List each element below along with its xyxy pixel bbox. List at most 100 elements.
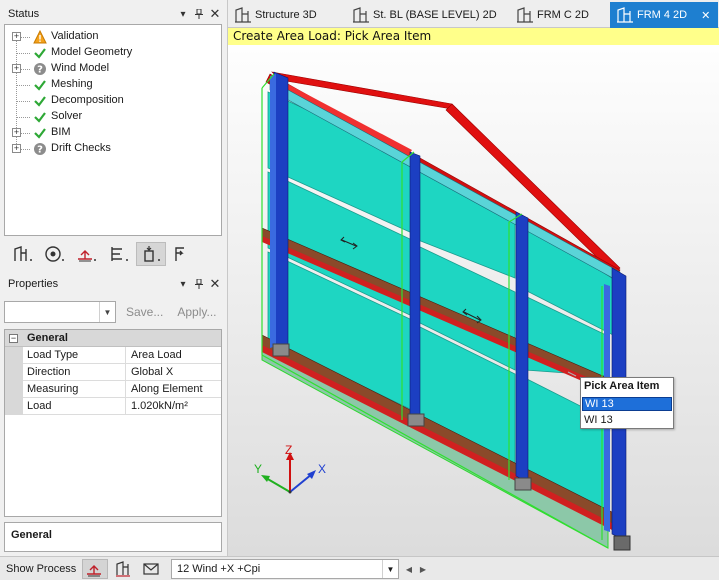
expand-icon[interactable]: + xyxy=(12,32,21,41)
properties-panel-title: Properties xyxy=(8,278,59,290)
expand-icon[interactable]: + xyxy=(12,128,21,137)
question-icon: ? xyxy=(34,63,46,76)
pick-menu-item[interactable]: WI 13 xyxy=(582,397,672,411)
property-value[interactable]: Along Element xyxy=(127,381,203,398)
load-case-select[interactable]: 12 Wind +X +Cpi ▼ xyxy=(171,559,399,579)
drift-button[interactable] xyxy=(168,242,198,266)
tab-frm-4-2d[interactable]: FRM 4 2D ✕ xyxy=(610,2,718,28)
mesh-button[interactable] xyxy=(72,242,102,266)
properties-panel-header: Properties ▾ ✕ xyxy=(4,274,223,294)
question-icon: ? xyxy=(34,143,46,156)
model-viewport[interactable]: Z X Y xyxy=(228,28,719,556)
property-set-select[interactable]: ▼ xyxy=(4,301,116,323)
check-icon xyxy=(34,80,46,91)
grid-section-general[interactable]: − General xyxy=(5,330,221,347)
axis-label-z: Z xyxy=(285,443,293,457)
tree-label: BIM xyxy=(51,126,71,138)
status-panel-title: Status xyxy=(8,8,40,20)
svg-text:?: ? xyxy=(37,145,43,156)
properties-toolbar: ▼ Save... Apply... xyxy=(4,300,222,324)
pick-menu-title: Pick Area Item xyxy=(584,380,660,392)
pin-icon[interactable] xyxy=(191,276,207,292)
pin-icon[interactable] xyxy=(191,6,207,22)
status-bar: Show Process 12 Wind +X +Cpi ▼ ◀ ▶ xyxy=(0,556,719,580)
close-icon[interactable]: ✕ xyxy=(207,276,223,292)
property-row[interactable]: Load 1.020kN/m² xyxy=(5,398,221,415)
svg-text:?: ? xyxy=(37,65,43,76)
expand-icon[interactable]: + xyxy=(12,144,21,153)
panel-menu-icon[interactable]: ▾ xyxy=(175,6,191,22)
tab-structure-3d[interactable]: Structure 3D xyxy=(234,2,344,28)
close-icon[interactable]: ✕ xyxy=(701,9,710,22)
tree-label: Validation xyxy=(51,30,99,42)
check-icon xyxy=(34,96,46,107)
tree-label: Drift Checks xyxy=(51,142,111,154)
property-name: Direction xyxy=(23,364,126,381)
apply-button[interactable]: Apply... xyxy=(173,305,220,319)
property-row[interactable]: Load Type Area Load xyxy=(5,347,221,364)
property-value[interactable]: Global X xyxy=(127,364,173,381)
command-prompt: Create Area Load: Pick Area Item xyxy=(228,28,719,45)
chevron-down-icon[interactable]: ▼ xyxy=(382,560,398,578)
tab-frm-c-2d[interactable]: FRM C 2D xyxy=(516,2,608,28)
status-panel-header: Status ▾ ✕ xyxy=(4,4,223,24)
panel-menu-icon[interactable]: ▾ xyxy=(175,276,191,292)
pick-area-menu: Pick Area Item WI 13 WI 13 xyxy=(580,377,674,429)
status-tree: + Validation Model Geometry + ? Wind Mod… xyxy=(4,24,222,236)
property-name: Measuring xyxy=(23,381,126,398)
envelope-icon xyxy=(143,563,159,575)
previous-load-case-icon[interactable]: ◀ xyxy=(402,561,416,577)
load-button[interactable] xyxy=(136,242,166,266)
levels-icon xyxy=(111,247,128,261)
wind-model-button[interactable] xyxy=(40,242,70,266)
property-value[interactable]: 1.020kN/m² xyxy=(127,398,188,415)
property-row[interactable]: Direction Global X xyxy=(5,364,221,381)
tab-base-level-2d[interactable]: St. BL (BASE LEVEL) 2D xyxy=(352,2,512,28)
check-icon xyxy=(34,112,46,123)
decomposition-button[interactable] xyxy=(104,242,134,266)
close-icon[interactable]: ✕ xyxy=(207,6,223,22)
tab-label: Structure 3D xyxy=(255,9,317,21)
view-icon xyxy=(235,7,251,23)
analysis-mode-button[interactable] xyxy=(82,559,108,579)
axis-label-y: Y xyxy=(254,462,263,476)
tree-label: Model Geometry xyxy=(51,46,133,58)
tree-label: Meshing xyxy=(51,78,93,90)
next-load-case-icon[interactable]: ▶ xyxy=(416,561,430,577)
property-description: General xyxy=(4,522,222,552)
view-icon xyxy=(517,7,533,23)
save-button[interactable]: Save... xyxy=(122,305,167,319)
model-report-button[interactable] xyxy=(8,242,38,266)
collapse-icon[interactable]: − xyxy=(9,334,18,343)
property-grid: − General Load Type Area Load Direction … xyxy=(4,329,222,517)
tab-label: FRM 4 2D xyxy=(637,9,688,21)
show-process-label[interactable]: Show Process xyxy=(6,563,76,575)
email-button[interactable] xyxy=(138,559,164,579)
chevron-down-icon[interactable]: ▼ xyxy=(99,302,115,322)
property-name: Load Type xyxy=(23,347,126,364)
left-dock: Status ▾ ✕ + Validation Model Geometry +… xyxy=(0,0,228,556)
structure-model[interactable] xyxy=(228,28,719,556)
tree-label: Decomposition xyxy=(51,94,124,106)
check-icon xyxy=(34,48,46,59)
support-icon xyxy=(78,250,96,262)
grid-mode-button[interactable] xyxy=(110,559,136,579)
frame-load-icon xyxy=(116,561,130,577)
grid-section-label: General xyxy=(27,332,68,344)
tree-label: Wind Model xyxy=(51,62,110,74)
view-tabbar: Structure 3D St. BL (BASE LEVEL) 2D FRM … xyxy=(228,0,719,28)
tree-label: Solver xyxy=(51,110,83,122)
warning-icon xyxy=(33,30,47,44)
view-icon xyxy=(617,7,633,23)
property-row[interactable]: Measuring Along Element xyxy=(5,381,221,398)
tab-label: St. BL (BASE LEVEL) 2D xyxy=(373,9,497,21)
expand-icon[interactable]: + xyxy=(12,64,21,73)
load-icon xyxy=(144,246,160,262)
pick-menu-item[interactable]: WI 13 xyxy=(582,414,672,428)
target-icon xyxy=(45,246,64,262)
property-value[interactable]: Area Load xyxy=(127,347,182,364)
support-icon xyxy=(87,565,101,577)
status-toolbar xyxy=(4,240,222,268)
tab-label: FRM C 2D xyxy=(537,9,589,21)
frame-icon xyxy=(14,246,32,261)
